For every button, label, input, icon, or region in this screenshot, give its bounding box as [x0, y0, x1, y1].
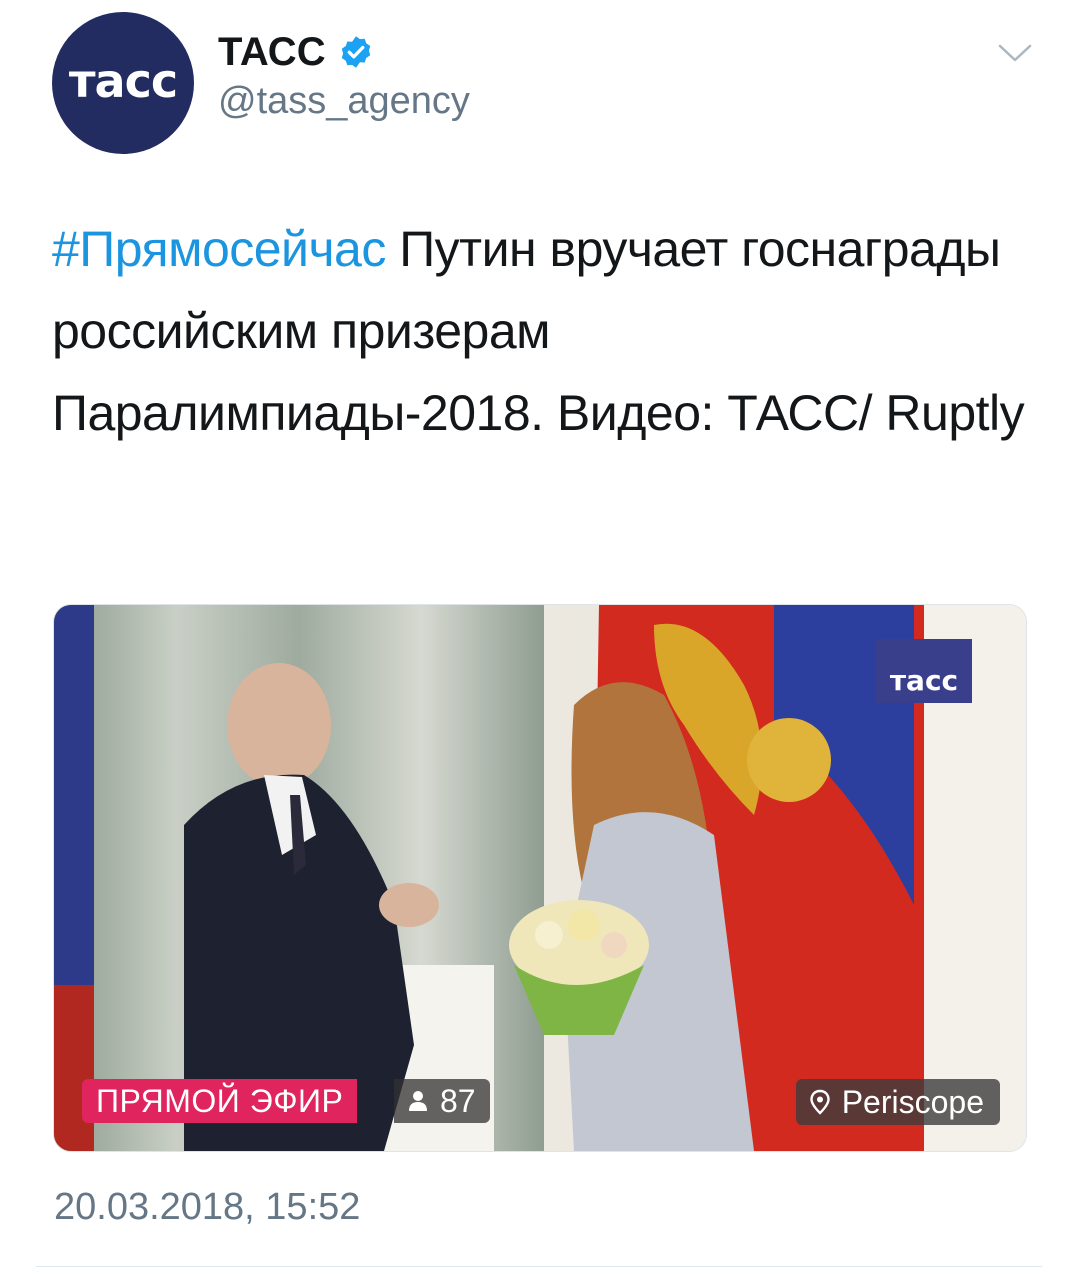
author-name-row: ТАСС [218, 28, 374, 76]
divider [36, 1266, 1042, 1267]
viewer-count: 87 [394, 1079, 490, 1123]
periscope-badge[interactable]: Periscope [795, 1079, 1000, 1125]
live-badge: ПРЯМОЙ ЭФИР [82, 1079, 358, 1123]
tweet-timestamp[interactable]: 20.03.2018, 15:52 [54, 1186, 360, 1229]
display-name[interactable]: ТАСС [218, 30, 326, 75]
person-icon [409, 1091, 427, 1111]
viewer-count-value: 87 [440, 1082, 476, 1119]
avatar-logo-text: тасс [68, 54, 178, 108]
live-label: ПРЯМОЙ ЭФИР [96, 1082, 344, 1119]
chevron-down-icon[interactable] [996, 38, 1034, 68]
hashtag-link[interactable]: #Прямосейчас [52, 221, 386, 277]
periscope-label: Periscope [841, 1083, 984, 1120]
periscope-pin-icon [810, 1089, 830, 1115]
video-player[interactable]: тасс ПРЯМОЙ ЭФИР 87 Periscope [53, 604, 1027, 1152]
verified-badge-icon [341, 36, 370, 68]
avatar[interactable]: тасс [52, 12, 194, 154]
author-handle[interactable]: @tass_agency [218, 80, 470, 123]
watermark-text: тасс [889, 664, 959, 697]
tass-watermark: тасс [876, 639, 972, 703]
tweet-text: #Прямосейчас Путин вручает госнаграды ро… [52, 208, 1032, 454]
